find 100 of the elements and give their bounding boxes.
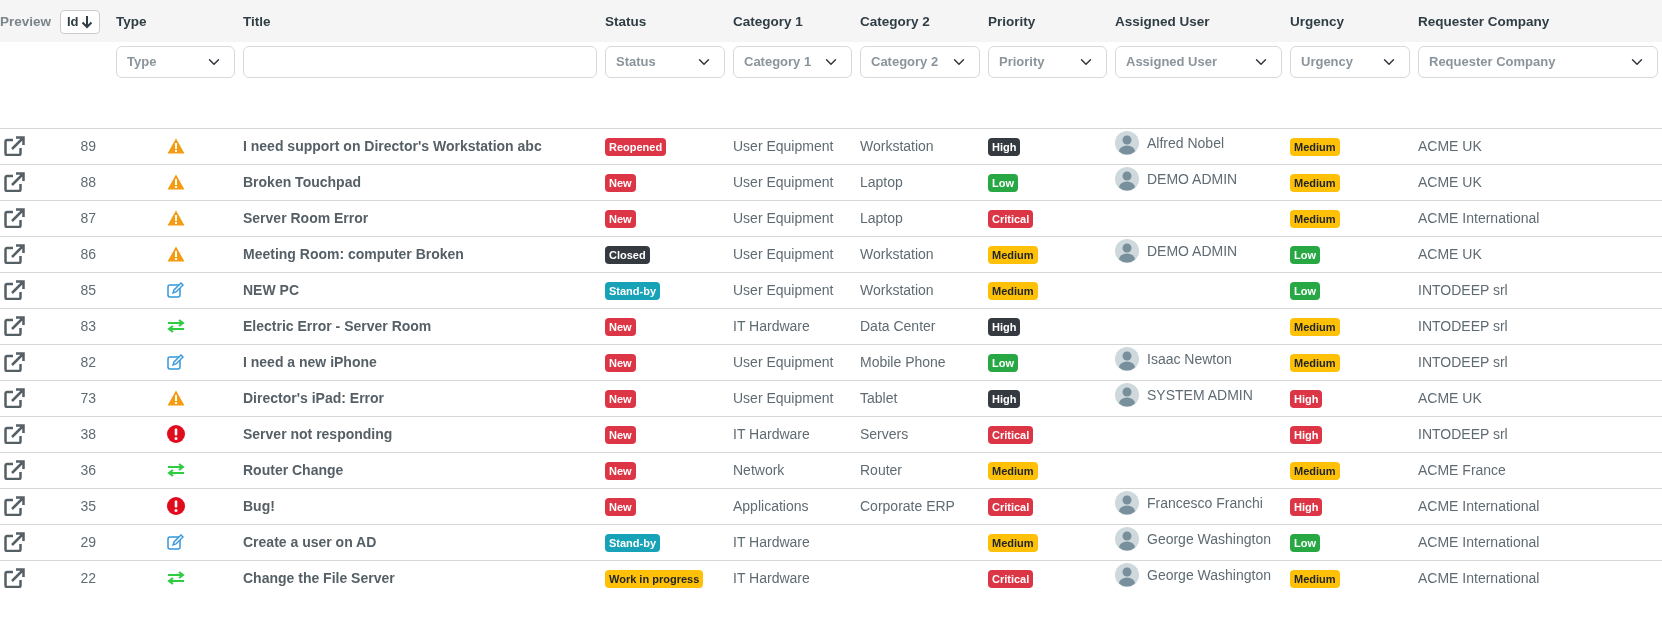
assigned-user-name: DEMO ADMIN (1147, 169, 1238, 189)
ticket-id: 82 (80, 353, 96, 370)
ticket-id: 88 (80, 173, 96, 190)
company-name: ACME UK (1418, 137, 1482, 154)
category-text: Workstation (860, 245, 934, 262)
assigned-user-name: George Washington (1147, 529, 1271, 549)
ticket-title: Server not responding (243, 425, 393, 442)
urgency-badge: Medium (1290, 569, 1340, 588)
category-text: IT Hardware (733, 317, 810, 334)
status-badge: New (605, 173, 636, 192)
ticket-id: 29 (80, 533, 96, 550)
avatar-silhouette-icon (1115, 347, 1139, 371)
open-external-icon[interactable] (4, 244, 26, 264)
column-header[interactable]: Urgency (1290, 13, 1345, 29)
avatar-silhouette-icon (1115, 383, 1139, 407)
urgency-badge: Medium (1290, 461, 1340, 480)
open-external-icon[interactable] (4, 532, 26, 552)
urgency-badge: Low (1290, 533, 1320, 552)
open-external-icon[interactable] (4, 352, 26, 372)
column-header[interactable]: Priority (988, 13, 1036, 29)
open-external-icon[interactable] (4, 460, 26, 480)
urgency-badge: High (1290, 425, 1323, 444)
sort-down-arrow-icon (80, 14, 93, 29)
ticket-title: Broken Touchpad (243, 173, 361, 190)
ticket-id: 36 (80, 461, 96, 478)
category-text: Data Center (860, 317, 936, 334)
priority-badge: Critical (988, 569, 1034, 588)
ticket-title: NEW PC (243, 281, 299, 298)
status-badge: Closed (605, 245, 650, 264)
company-name: ACME International (1418, 497, 1540, 514)
company-name: INTODEEP srl (1418, 353, 1508, 370)
open-external-icon[interactable] (4, 136, 26, 156)
priority-badge: Medium (988, 461, 1038, 480)
urgency-badge: Medium (1290, 353, 1340, 372)
ticket-title: Bug! (243, 497, 275, 514)
ticket-title: Electric Error - Server Room (243, 317, 432, 334)
avatar-silhouette-icon (1115, 131, 1139, 155)
category-text: IT Hardware (733, 425, 810, 442)
open-external-icon[interactable] (4, 424, 26, 444)
title-filter-field[interactable] (243, 45, 597, 78)
urgency-badge: Low (1290, 245, 1320, 264)
company-name: ACME International (1418, 209, 1540, 226)
priority-badge: High (988, 317, 1021, 336)
open-external-icon[interactable] (4, 172, 26, 192)
category-text: Corporate ERP (860, 497, 955, 514)
status-badge: Stand-by (605, 281, 661, 300)
company-name: ACME International (1418, 533, 1540, 550)
category-text: User Equipment (733, 173, 834, 190)
priority-badge: Critical (988, 425, 1034, 444)
assigned-user-name: DEMO ADMIN (1147, 241, 1238, 261)
open-external-icon[interactable] (4, 208, 26, 228)
urgency-badge: Medium (1290, 209, 1340, 228)
open-external-icon[interactable] (4, 568, 26, 589)
open-external-icon[interactable] (4, 280, 26, 300)
category-text: Network (733, 461, 785, 478)
ticket-id: 89 (80, 137, 96, 154)
assigned-user-name: Alfred Nobel (1147, 133, 1225, 153)
avatar-silhouette-icon (1115, 563, 1139, 588)
assigned-user-name: Isaac Newton (1147, 349, 1232, 369)
column-header[interactable]: Type (116, 13, 147, 29)
category-text: Router (860, 461, 903, 478)
category-text: Tablet (860, 389, 898, 406)
company-name: ACME International (1418, 569, 1540, 586)
priority-badge: High (988, 137, 1021, 156)
company-name: INTODEEP srl (1418, 425, 1508, 442)
column-header[interactable]: Title (243, 13, 271, 29)
ticket-id: 38 (80, 425, 96, 442)
status-badge: New (605, 353, 636, 372)
ticket-title: Director's iPad: Error (243, 389, 385, 406)
company-name: ACME UK (1418, 389, 1482, 406)
urgency-badge: Low (1290, 281, 1320, 300)
category-text: IT Hardware (733, 569, 810, 586)
category-text: IT Hardware (733, 533, 810, 550)
category-text: Workstation (860, 137, 934, 154)
priority-badge: High (988, 389, 1021, 408)
id-sort-button[interactable]: Id (60, 10, 100, 34)
urgency-badge: Medium (1290, 173, 1340, 192)
company-name: ACME UK (1418, 173, 1482, 190)
priority-badge: Critical (988, 209, 1034, 228)
category-text: Servers (860, 425, 909, 442)
status-badge: Work in progress (605, 569, 704, 588)
status-badge: New (605, 389, 636, 408)
category-text: Laptop (860, 173, 903, 190)
ticket-id: 73 (80, 389, 96, 406)
status-badge: New (605, 497, 636, 516)
company-name: INTODEEP srl (1418, 317, 1508, 334)
open-external-icon[interactable] (4, 316, 26, 336)
open-external-icon[interactable] (4, 388, 26, 408)
column-header[interactable]: Status (605, 13, 647, 29)
assigned-user-name: Francesco Franchi (1147, 493, 1263, 513)
assigned-user-name: George Washington (1147, 565, 1271, 585)
category-text: Mobile Phone (860, 353, 946, 370)
urgency-badge: High (1290, 389, 1323, 408)
status-badge: New (605, 425, 636, 444)
category-text: User Equipment (733, 137, 834, 154)
open-external-icon[interactable] (4, 496, 26, 516)
priority-badge: Medium (988, 533, 1038, 552)
company-name: INTODEEP srl (1418, 281, 1508, 298)
ticket-title: Meeting Room: computer Broken (243, 245, 464, 262)
avatar-silhouette-icon (1115, 239, 1139, 263)
